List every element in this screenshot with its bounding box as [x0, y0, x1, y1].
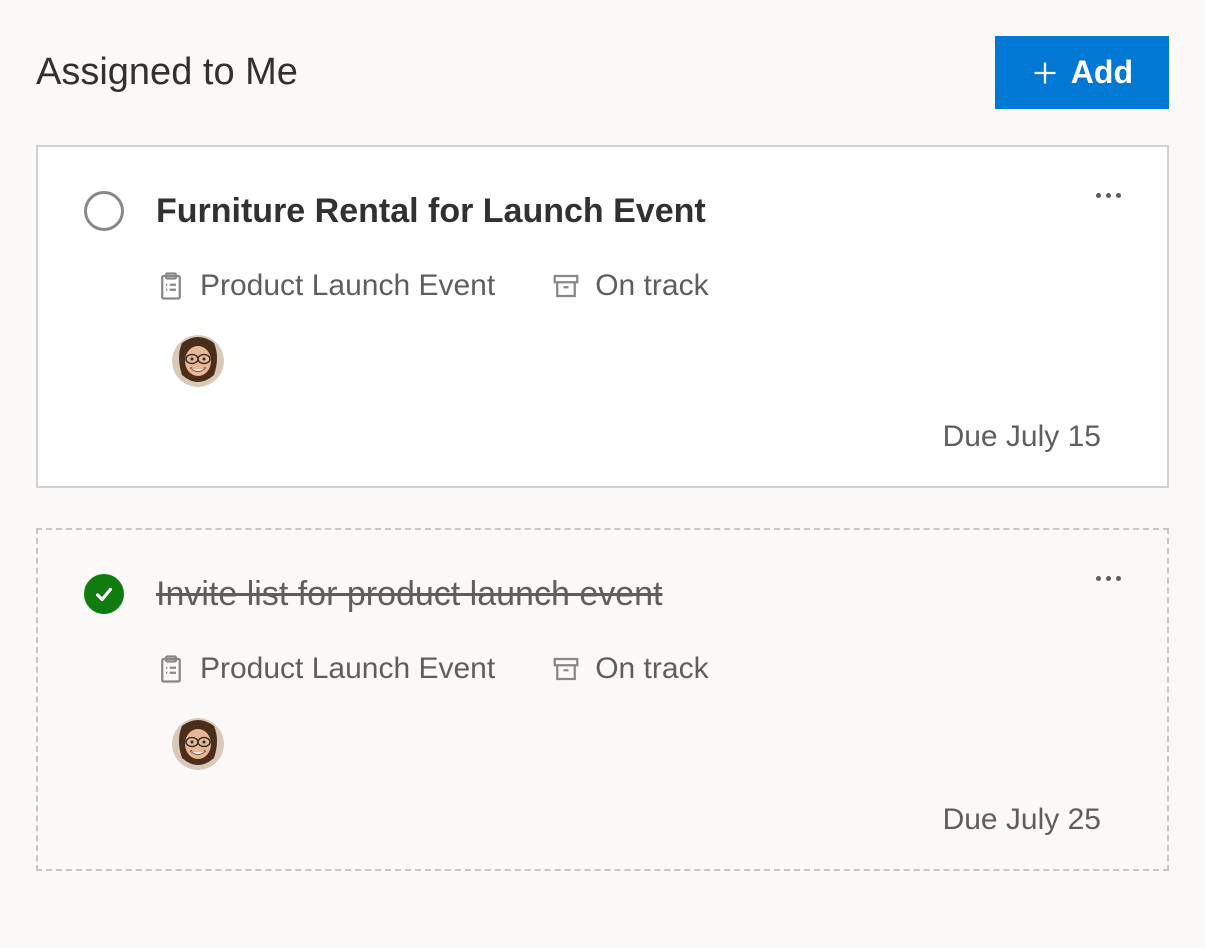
task-checkbox[interactable] — [84, 191, 124, 231]
more-options-button[interactable] — [1096, 576, 1121, 581]
due-date: Due July 15 — [84, 420, 1101, 454]
avatar — [172, 335, 224, 387]
plus-icon — [1031, 59, 1059, 87]
add-button[interactable]: Add — [995, 36, 1169, 109]
status-meta: On track — [551, 652, 708, 686]
check-icon — [93, 583, 115, 605]
task-title: Furniture Rental for Launch Event — [156, 192, 706, 231]
clipboard-icon — [156, 271, 186, 301]
task-card[interactable]: Invite list for product launch event Pro… — [36, 528, 1169, 871]
plan-meta: Product Launch Event — [156, 269, 495, 303]
task-title: Invite list for product launch event — [156, 575, 663, 614]
clipboard-icon — [156, 654, 186, 684]
status-label: On track — [595, 269, 708, 303]
due-date: Due July 25 — [84, 803, 1101, 837]
page-title: Assigned to Me — [36, 51, 298, 94]
status-label: On track — [595, 652, 708, 686]
archive-icon — [551, 271, 581, 301]
avatar — [172, 718, 224, 770]
plan-label: Product Launch Event — [200, 652, 495, 686]
status-meta: On track — [551, 269, 708, 303]
task-card[interactable]: Furniture Rental for Launch Event Produc… — [36, 145, 1169, 488]
archive-icon — [551, 654, 581, 684]
plan-meta: Product Launch Event — [156, 652, 495, 686]
plan-label: Product Launch Event — [200, 269, 495, 303]
more-options-button[interactable] — [1096, 193, 1121, 198]
task-checkbox[interactable] — [84, 574, 124, 614]
add-button-label: Add — [1071, 54, 1133, 91]
